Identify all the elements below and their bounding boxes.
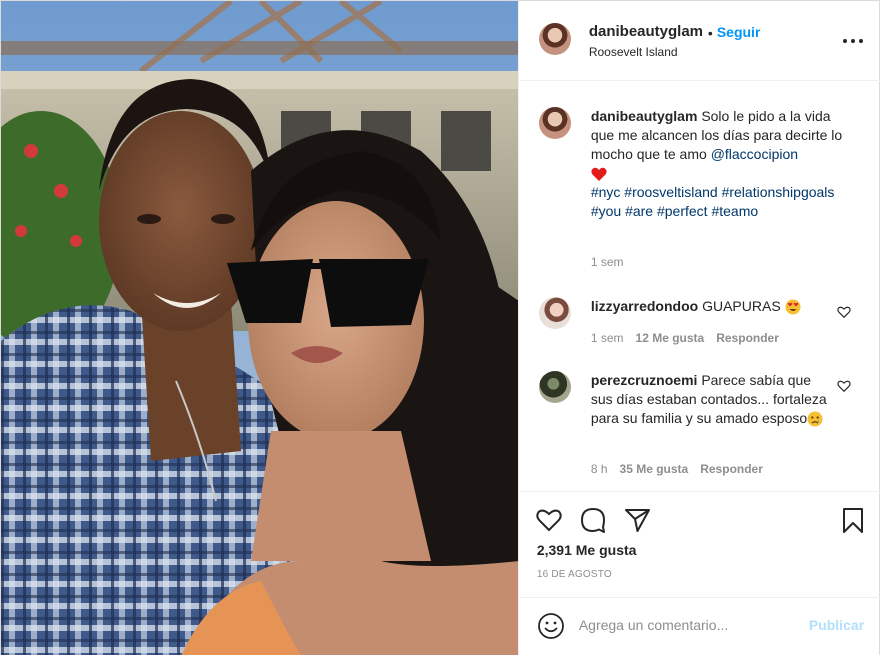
instagram-post-modal: danibeautyglam • Seguir Roosevelt Island… [0, 0, 880, 655]
post-header: danibeautyglam • Seguir Roosevelt Island [518, 1, 880, 81]
follow-button[interactable]: Seguir [717, 24, 761, 40]
comment-username[interactable]: perezcruznoemi [591, 372, 698, 388]
comment-time[interactable]: 8 h [591, 462, 608, 476]
separator-dot: • [707, 25, 713, 41]
post-actions-bar: 2,391 Me gusta 16 DE AGOSTO [518, 491, 880, 597]
author-username[interactable]: danibeautyglam [589, 23, 703, 40]
red-heart-emoji-icon [591, 167, 607, 181]
caption-time[interactable]: 1 sem [591, 255, 624, 269]
post-side-panel: danibeautyglam • Seguir Roosevelt Island… [517, 1, 880, 655]
comment-item: perezcruznoemi Parece sabía que sus días… [591, 371, 831, 428]
caption-avatar[interactable] [538, 107, 571, 139]
couple-photo [1, 1, 518, 655]
caption-username[interactable]: danibeautyglam [591, 108, 698, 124]
reply-button[interactable]: Responder [700, 462, 763, 476]
comment-likes[interactable]: 12 Me gusta [636, 331, 705, 345]
publish-button[interactable]: Publicar [809, 617, 864, 633]
comment-meta: 1 sem 12 Me gusta Responder [591, 331, 779, 345]
more-options-icon[interactable] [841, 31, 865, 51]
like-heart-icon[interactable] [535, 506, 563, 534]
caption-mention[interactable]: @flaccocipion [711, 146, 798, 162]
like-comment-heart-icon[interactable] [837, 305, 851, 319]
save-bookmark-icon[interactable] [839, 506, 867, 534]
sad-face-emoji-icon [807, 411, 823, 427]
comment-avatar[interactable] [538, 371, 571, 403]
comment-item: lizzyarredondoo GUAPURAS [591, 297, 831, 316]
emoji-picker-icon[interactable] [537, 612, 565, 640]
comment-text: GUAPURAS [702, 298, 781, 314]
comment-input[interactable] [578, 612, 799, 638]
author-avatar[interactable] [538, 23, 571, 55]
add-comment-bar: Publicar [518, 597, 880, 655]
comment-meta: 8 h 35 Me gusta Responder [591, 462, 763, 476]
heart-eyes-emoji-icon [785, 299, 801, 315]
post-date[interactable]: 16 DE AGOSTO [537, 569, 612, 580]
post-photo[interactable] [1, 1, 518, 655]
share-send-icon[interactable] [623, 506, 651, 534]
caption-hashtags[interactable]: #nyc #roosveltisland #relationshipgoals … [591, 184, 835, 219]
comment-time[interactable]: 1 sem [591, 331, 624, 345]
location-link[interactable]: Roosevelt Island [589, 45, 678, 59]
reply-button[interactable]: Responder [716, 331, 779, 345]
comment-username[interactable]: lizzyarredondoo [591, 298, 698, 314]
caption-text: danibeautyglam Solo le pido a la vida qu… [591, 107, 851, 221]
comment-avatar[interactable] [538, 297, 571, 329]
comment-likes[interactable]: 35 Me gusta [620, 462, 689, 476]
comment-bubble-icon[interactable] [579, 506, 607, 534]
like-comment-heart-icon[interactable] [837, 379, 851, 393]
likes-count[interactable]: 2,391 Me gusta [537, 542, 637, 558]
